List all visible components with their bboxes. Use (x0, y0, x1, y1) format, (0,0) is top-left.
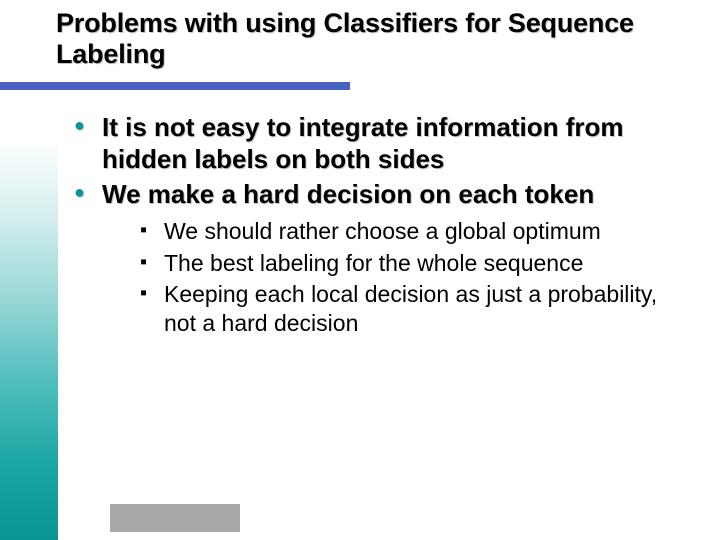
title-rule-dark (0, 82, 350, 90)
sub-bullet-item: The best labeling for the whole sequence (140, 249, 684, 278)
bullet-item: We make a hard decision on each token We… (74, 179, 684, 338)
sub-bullet-text: The best labeling for the whole sequence (164, 250, 583, 276)
bullet-list: It is not easy to integrate information … (74, 112, 684, 339)
bullet-text: It is not easy to integrate information … (102, 112, 624, 174)
sub-bullet-text: We should rather choose a global optimum (164, 218, 601, 244)
slide-body: It is not easy to integrate information … (74, 112, 684, 343)
sub-bullet-text: Keeping each local decision as just a pr… (164, 281, 657, 336)
slide: Problems with using Classifiers for Sequ… (0, 0, 720, 540)
sub-bullet-list: We should rather choose a global optimum… (102, 217, 684, 339)
sub-bullet-item: Keeping each local decision as just a pr… (140, 280, 684, 339)
sub-bullet-item: We should rather choose a global optimum (140, 217, 684, 246)
footer-grey-band (110, 504, 240, 532)
left-gradient-strip (0, 140, 58, 540)
bullet-text: We make a hard decision on each token (102, 179, 594, 209)
bullet-item: It is not easy to integrate information … (74, 112, 684, 175)
slide-title: Problems with using Classifiers for Sequ… (56, 8, 686, 70)
